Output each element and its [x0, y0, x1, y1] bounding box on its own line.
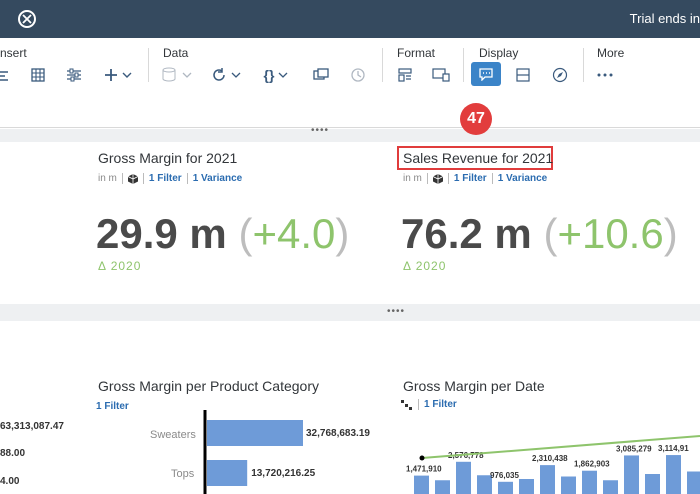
- kpi-variance: (+10.6): [543, 210, 678, 257]
- group-label-format: Format: [397, 46, 436, 60]
- date-bar[interactable]: [561, 476, 576, 494]
- data-source-icon: [160, 64, 196, 86]
- chart-title[interactable]: Gross Margin per Date: [403, 378, 545, 394]
- divider: [142, 173, 144, 184]
- variance-link[interactable]: 1 Variance: [193, 173, 242, 184]
- step-badge: 47: [460, 103, 492, 135]
- bar-value-label: 3,114,91: [658, 444, 689, 453]
- trend-point: [419, 455, 425, 461]
- kpi-subtitle: in m 1 Filter 1 Variance: [403, 173, 547, 184]
- kpi-value: 76.2 m (+10.6): [401, 210, 678, 258]
- kpi-value: 29.9 m (+4.0): [96, 210, 349, 258]
- filter-settings-icon[interactable]: [64, 64, 84, 86]
- bar-value-label: 2,310,438: [532, 454, 568, 463]
- kpi-main-value: 76.2 m: [401, 210, 532, 257]
- filter-link[interactable]: 1 Filter: [96, 401, 129, 412]
- comment-icon[interactable]: [471, 62, 501, 86]
- table-icon[interactable]: [28, 64, 48, 86]
- date-bar[interactable]: [519, 479, 534, 494]
- resize-handle[interactable]: ••••: [387, 306, 405, 317]
- formula-icon-glyph: {}: [263, 67, 275, 83]
- separator: [463, 48, 464, 82]
- separator: [382, 48, 383, 82]
- date-bar[interactable]: [687, 471, 700, 494]
- kpi-main-value: 29.9 m: [96, 210, 227, 257]
- date-bar[interactable]: [540, 465, 555, 494]
- resize-handle[interactable]: ••••: [311, 125, 329, 136]
- divider: [447, 173, 449, 184]
- kpi-variance-value: +4.0: [252, 210, 336, 257]
- group-label-insert: nsert: [0, 46, 27, 60]
- bar-value-label: 1,471,910: [406, 465, 442, 474]
- unit-label: in m: [403, 173, 422, 184]
- date-bar[interactable]: [582, 470, 597, 494]
- separator: [148, 48, 149, 82]
- bar-value-label: 32,768,683.19: [306, 428, 370, 439]
- date-bar[interactable]: [603, 480, 618, 494]
- table-value: 4.00: [0, 476, 20, 487]
- delta-label: Δ 2020: [98, 259, 142, 273]
- kpi-variance: (+4.0): [238, 210, 350, 257]
- date-bar[interactable]: [666, 455, 681, 494]
- group-label-data: Data: [163, 46, 189, 60]
- bar-sweaters[interactable]: [207, 420, 303, 446]
- category-label: Tops: [171, 468, 195, 480]
- kpi-subtitle: in m 1 Filter 1 Variance: [98, 173, 242, 184]
- kpi-title[interactable]: Sales Revenue for 2021: [403, 150, 553, 166]
- group-label-more: More: [597, 46, 625, 60]
- bar-value-label: 1,862,903: [574, 460, 610, 469]
- date-bar[interactable]: [414, 475, 429, 494]
- date-bar[interactable]: [498, 481, 513, 494]
- divider: [491, 173, 493, 184]
- cube-icon: [127, 173, 138, 184]
- date-bar[interactable]: [435, 480, 450, 494]
- bar-value-label: 976,035: [490, 471, 519, 480]
- shell-bar: Trial ends in: [0, 0, 700, 38]
- filter-link[interactable]: 1 Filter: [454, 173, 487, 184]
- device-preview-icon[interactable]: [430, 64, 452, 86]
- separator: [583, 48, 584, 82]
- navigate-icon[interactable]: [550, 64, 570, 86]
- date-bar[interactable]: [456, 461, 471, 494]
- panel-icon[interactable]: [513, 64, 533, 86]
- layout-icon[interactable]: [395, 64, 415, 86]
- close-icon[interactable]: [18, 10, 36, 28]
- chart-title[interactable]: Gross Margin per Product Category: [98, 378, 319, 394]
- cube-icon: [432, 173, 443, 184]
- copy-widget-icon[interactable]: [310, 64, 332, 86]
- filter-link[interactable]: 1 Filter: [424, 399, 457, 410]
- category-label: Sweaters: [150, 429, 196, 441]
- group-label-display: Display: [479, 46, 519, 60]
- add-dropdown-icon[interactable]: [102, 64, 136, 86]
- formula-dropdown-icon[interactable]: {}: [260, 64, 294, 86]
- more-options-icon[interactable]: [595, 64, 615, 86]
- divider: [418, 399, 419, 410]
- filter-link[interactable]: 1 Filter: [149, 173, 182, 184]
- toolbar: nsert Data {} Format Display More: [0, 38, 700, 128]
- kpi-title[interactable]: Gross Margin for 2021: [98, 150, 237, 166]
- date-bar[interactable]: [645, 474, 660, 494]
- delta-label: Δ 2020: [403, 259, 447, 273]
- refresh-dropdown-icon[interactable]: [210, 64, 244, 86]
- date-bar[interactable]: [624, 455, 639, 494]
- bar-tops[interactable]: [207, 460, 248, 486]
- bar-value-label: 13,720,216.25: [251, 468, 316, 479]
- table-value: 63,313,087.47: [0, 421, 64, 432]
- divider: [121, 173, 123, 184]
- bar-value-label: 3,085,279: [616, 444, 652, 453]
- align-icon[interactable]: [0, 64, 12, 86]
- bar-chart-date: 1,471,9102,576,778976,0352,310,4381,862,…: [406, 435, 700, 494]
- history-icon: [348, 64, 368, 86]
- trial-notice: Trial ends in: [629, 11, 700, 26]
- unit-label: in m: [98, 173, 117, 184]
- divider: [186, 173, 188, 184]
- hierarchy-icon: [401, 399, 412, 410]
- chart-filter: 1 Filter: [96, 401, 129, 412]
- divider: [426, 173, 428, 184]
- kpi-variance-value: +10.6: [557, 210, 664, 257]
- bar-chart-product-category: [203, 410, 303, 494]
- chart-filter: 1 Filter: [401, 399, 457, 410]
- variance-link[interactable]: 1 Variance: [498, 173, 547, 184]
- table-value: 88.00: [0, 448, 26, 459]
